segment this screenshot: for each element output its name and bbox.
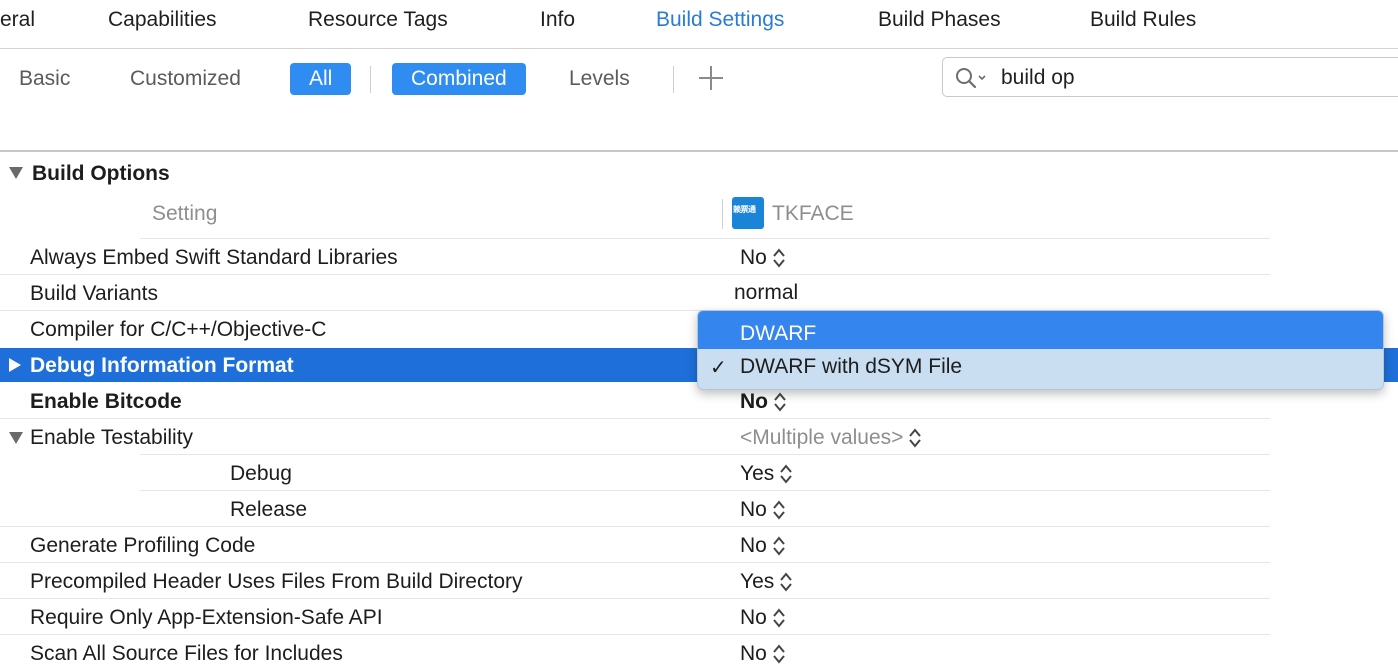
column-header-setting: Setting [152,202,218,225]
setting-label[interactable]: Always Embed Swift Standard Libraries [30,246,398,270]
search-field[interactable]: build op [942,57,1398,97]
section-title: Build Options [32,162,170,185]
filter-all[interactable]: All [290,63,352,95]
divider [140,454,1270,455]
column-divider [722,199,723,229]
divider [0,526,1270,527]
setting-value[interactable]: <Multiple values> [740,426,922,450]
tab-info[interactable]: Info [540,8,575,32]
checkmark-icon: ✓ [710,357,727,379]
setting-value[interactable]: No [740,642,785,666]
stepper-icon [773,248,785,269]
disclosure-triangle-down-icon[interactable] [8,431,24,445]
divider [0,562,1270,563]
divider [0,598,1270,599]
stepper-icon [774,392,786,413]
filter-basic[interactable]: Basic [19,63,70,95]
column-header-target: TKFACE [772,202,854,225]
setting-value[interactable]: Yes [740,462,793,486]
setting-label[interactable]: Enable Bitcode [30,390,182,414]
setting-label[interactable]: Release [230,498,307,522]
disclosure-triangle-right-icon[interactable] [8,357,22,373]
disclosure-triangle-down-icon[interactable] [8,166,24,180]
setting-label[interactable]: Compiler for C/C++/Objective-C [30,318,326,342]
stepper-icon [773,536,785,557]
menu-item-dwarf[interactable]: DWARF [740,322,816,346]
setting-value[interactable]: No [740,498,785,522]
view-levels[interactable]: Levels [569,63,630,95]
debug-format-popup-menu: DWARF ✓ DWARF with dSYM File [697,310,1384,390]
setting-label[interactable]: Require Only App-Extension-Safe API [30,606,383,630]
setting-label[interactable]: Build Variants [30,282,158,306]
divider [0,274,1270,275]
setting-label[interactable]: Precompiled Header Uses Files From Build… [30,570,523,594]
divider [140,238,1270,239]
target-icon: 赖票通 [732,197,764,229]
setting-label[interactable]: Debug [230,462,292,486]
setting-value[interactable]: No [740,534,785,558]
stepper-icon [773,608,785,629]
stepper-icon [773,644,785,665]
search-input[interactable]: build op [1001,66,1075,90]
setting-label[interactable]: Generate Profiling Code [30,534,255,558]
setting-label[interactable]: Scan All Source Files for Includes [30,642,343,666]
divider [140,490,1270,491]
tab-resource-tags[interactable]: Resource Tags [308,8,448,32]
tab-capabilities[interactable]: Capabilities [108,8,217,32]
view-combined[interactable]: Combined [392,63,526,95]
setting-label[interactable]: Enable Testability [30,426,193,450]
setting-value[interactable]: No [740,606,785,630]
stepper-icon [773,500,785,521]
tab-general[interactable]: eral [0,8,35,32]
divider [0,418,1270,419]
add-setting-button[interactable] [698,62,724,92]
setting-value[interactable]: No [740,390,786,414]
setting-value[interactable]: No [740,246,785,270]
setting-value[interactable]: Yes [740,570,793,594]
menu-item-dwarf-with-dsym[interactable]: DWARF with dSYM File [740,355,962,379]
stepper-icon [780,464,793,485]
tab-build-settings[interactable]: Build Settings [656,8,784,32]
stepper-icon [909,428,922,449]
stepper-icon [780,572,793,593]
setting-value[interactable]: normal [734,281,798,305]
filter-customized[interactable]: Customized [130,63,241,95]
divider [0,150,1398,152]
divider [0,634,1270,635]
setting-label[interactable]: Debug Information Format [30,354,294,378]
divider [673,66,674,93]
divider [370,66,371,93]
tab-build-rules[interactable]: Build Rules [1090,8,1196,32]
tab-build-phases[interactable]: Build Phases [878,8,1001,32]
top-tab-bar: eral Capabilities Resource Tags Info Bui… [0,0,1398,49]
target-icon-label: 赖票通 [733,205,756,214]
search-icon [956,68,986,89]
